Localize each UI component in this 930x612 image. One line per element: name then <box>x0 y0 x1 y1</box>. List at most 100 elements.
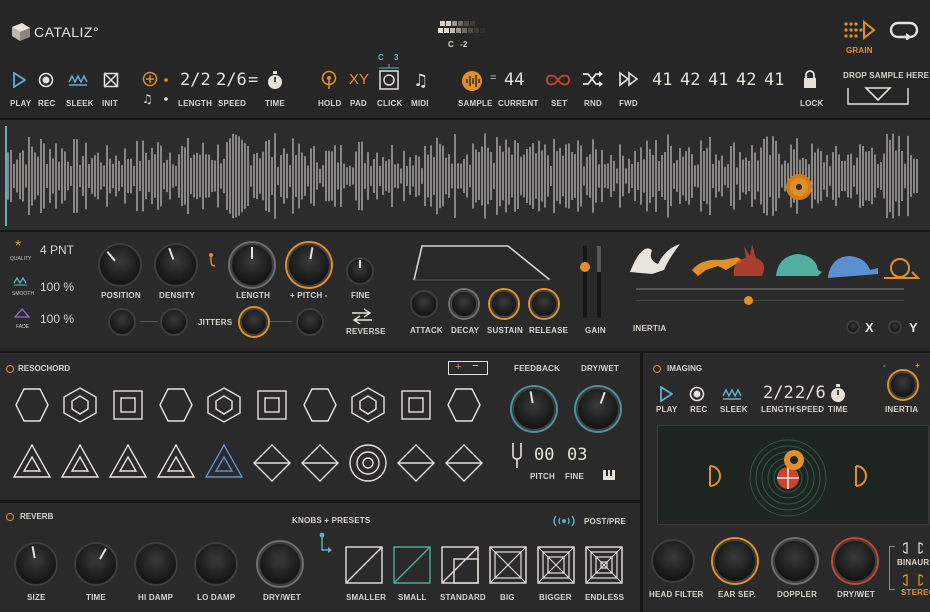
imaging-inertia-label: INERTIA <box>885 405 919 414</box>
hi-damp-label: HI DAMP <box>138 593 174 602</box>
doppler-knob[interactable] <box>773 539 817 583</box>
length-knob[interactable] <box>230 243 274 287</box>
playhead-marker[interactable] <box>786 174 812 200</box>
jitter-divider <box>140 321 158 322</box>
imaging-power-icon[interactable] <box>653 365 661 373</box>
inertia-handle[interactable] <box>744 296 753 305</box>
smooth-value[interactable]: 100 % <box>40 280 74 294</box>
imaging-play-icon[interactable] <box>659 386 673 402</box>
pitch-knob[interactable] <box>287 243 331 287</box>
xy-pad-glyph[interactable]: XY <box>349 71 369 88</box>
minus-button[interactable]: − <box>472 360 478 372</box>
reverse-icon[interactable] <box>350 308 374 324</box>
y-knob[interactable] <box>888 320 902 334</box>
rec-label: REC <box>38 99 56 108</box>
infinity-icon[interactable] <box>544 73 572 87</box>
plus-minus-box[interactable] <box>448 361 488 375</box>
loop-icon[interactable] <box>886 20 922 40</box>
click-icon[interactable] <box>377 64 401 90</box>
inertia-slider[interactable] <box>636 300 904 301</box>
sequence-step[interactable]: 41 <box>764 70 784 90</box>
sequence-step[interactable]: 41 <box>652 70 672 90</box>
imaging-sleek-icon[interactable] <box>722 387 742 401</box>
hi-damp-knob[interactable] <box>134 542 178 586</box>
release-knob[interactable] <box>530 290 558 318</box>
init-icon[interactable] <box>103 72 119 88</box>
stopwatch-icon[interactable] <box>266 70 284 90</box>
link-arrow-icon[interactable] <box>206 252 216 270</box>
imaging-inertia-knob[interactable] <box>889 371 917 399</box>
jitter-knob[interactable] <box>240 308 268 336</box>
size-knob[interactable] <box>14 542 58 586</box>
imaging-record-icon[interactable] <box>689 386 705 402</box>
density-knob[interactable] <box>154 243 198 287</box>
midi-icon[interactable]: ♫ <box>413 71 428 91</box>
add-circle-icon[interactable] <box>142 71 172 87</box>
waveform-display[interactable] <box>0 118 930 230</box>
lo-damp-label: LO DAMP <box>197 593 236 602</box>
drop-zone[interactable] <box>846 82 910 106</box>
fade-value[interactable]: 100 % <box>40 312 74 326</box>
resochord-title: RESOCHORD <box>18 364 71 373</box>
ear-sep-knob[interactable] <box>713 539 757 583</box>
x-knob[interactable] <box>846 320 860 334</box>
grain-icon[interactable] <box>842 18 876 42</box>
gain-slider-handle[interactable] <box>580 262 590 272</box>
envelope-display[interactable] <box>412 242 552 282</box>
reverb-power-icon[interactable] <box>6 513 14 521</box>
link-arrow-icon[interactable] <box>318 532 332 558</box>
reverb-presets[interactable] <box>344 545 634 589</box>
lo-damp-knob[interactable] <box>194 542 238 586</box>
sustain-knob[interactable] <box>490 290 518 318</box>
post-pre-icon[interactable] <box>552 515 576 527</box>
sequence-step[interactable]: 42 <box>680 70 700 90</box>
feedback-knob[interactable] <box>512 387 556 431</box>
fine-value[interactable]: 03 <box>567 445 587 465</box>
imaging-speed-value[interactable]: 2/6 <box>795 383 826 403</box>
jitter-knob[interactable] <box>296 308 324 336</box>
spatial-radar[interactable] <box>657 425 929 525</box>
time-label: TIME <box>86 593 106 602</box>
sequence-step[interactable]: 41 <box>708 70 728 90</box>
preset-label: SMALL <box>398 593 427 602</box>
time-knob[interactable] <box>74 542 118 586</box>
chord-shapes-grid[interactable] <box>10 383 500 497</box>
inertia-animals[interactable] <box>622 240 922 290</box>
head-filter-knob[interactable] <box>651 539 695 583</box>
jitter-knob[interactable] <box>108 308 136 336</box>
sequence-step[interactable]: 42 <box>736 70 756 90</box>
shuffle-icon[interactable] <box>582 71 604 87</box>
notes-icon[interactable]: ♫ <box>142 92 172 106</box>
imaging-stopwatch-icon[interactable] <box>829 383 847 403</box>
lock-icon[interactable] <box>802 69 818 89</box>
resochord-power-icon[interactable] <box>6 365 14 373</box>
current-value[interactable]: 44 <box>504 70 524 90</box>
quality-value[interactable]: 4 PNT <box>40 243 74 257</box>
jitter-knob[interactable] <box>160 308 188 336</box>
stereo-icon[interactable] <box>903 574 923 586</box>
preset-label: BIG <box>500 593 515 602</box>
imaging-drywet-knob[interactable] <box>833 539 877 583</box>
drywet-knob[interactable] <box>576 387 620 431</box>
speed-value[interactable]: 2/6 <box>216 70 247 90</box>
reverb-drywet-knob[interactable] <box>258 542 302 586</box>
binaural-icon[interactable] <box>903 542 923 554</box>
sleek-icon[interactable] <box>68 73 88 87</box>
sample-icon[interactable] <box>461 70 483 92</box>
gain-slider[interactable] <box>583 246 587 318</box>
piano-icon[interactable] <box>602 469 616 481</box>
inertia-track[interactable] <box>636 288 904 290</box>
pitch-label: + PITCH - <box>290 291 328 300</box>
position-knob[interactable] <box>98 243 142 287</box>
plus-button[interactable]: + <box>455 361 461 373</box>
imaging-length-value[interactable]: 2/2 <box>763 383 794 403</box>
length-value[interactable]: 2/2 <box>180 70 211 90</box>
decay-knob[interactable] <box>450 290 478 318</box>
fast-forward-icon[interactable] <box>619 71 639 87</box>
attack-knob[interactable] <box>410 290 438 318</box>
record-icon[interactable] <box>38 72 54 88</box>
hold-icon[interactable] <box>320 70 338 90</box>
play-icon[interactable] <box>12 72 26 88</box>
fine-knob[interactable] <box>346 257 374 285</box>
pitch-value[interactable]: 00 <box>534 445 554 465</box>
